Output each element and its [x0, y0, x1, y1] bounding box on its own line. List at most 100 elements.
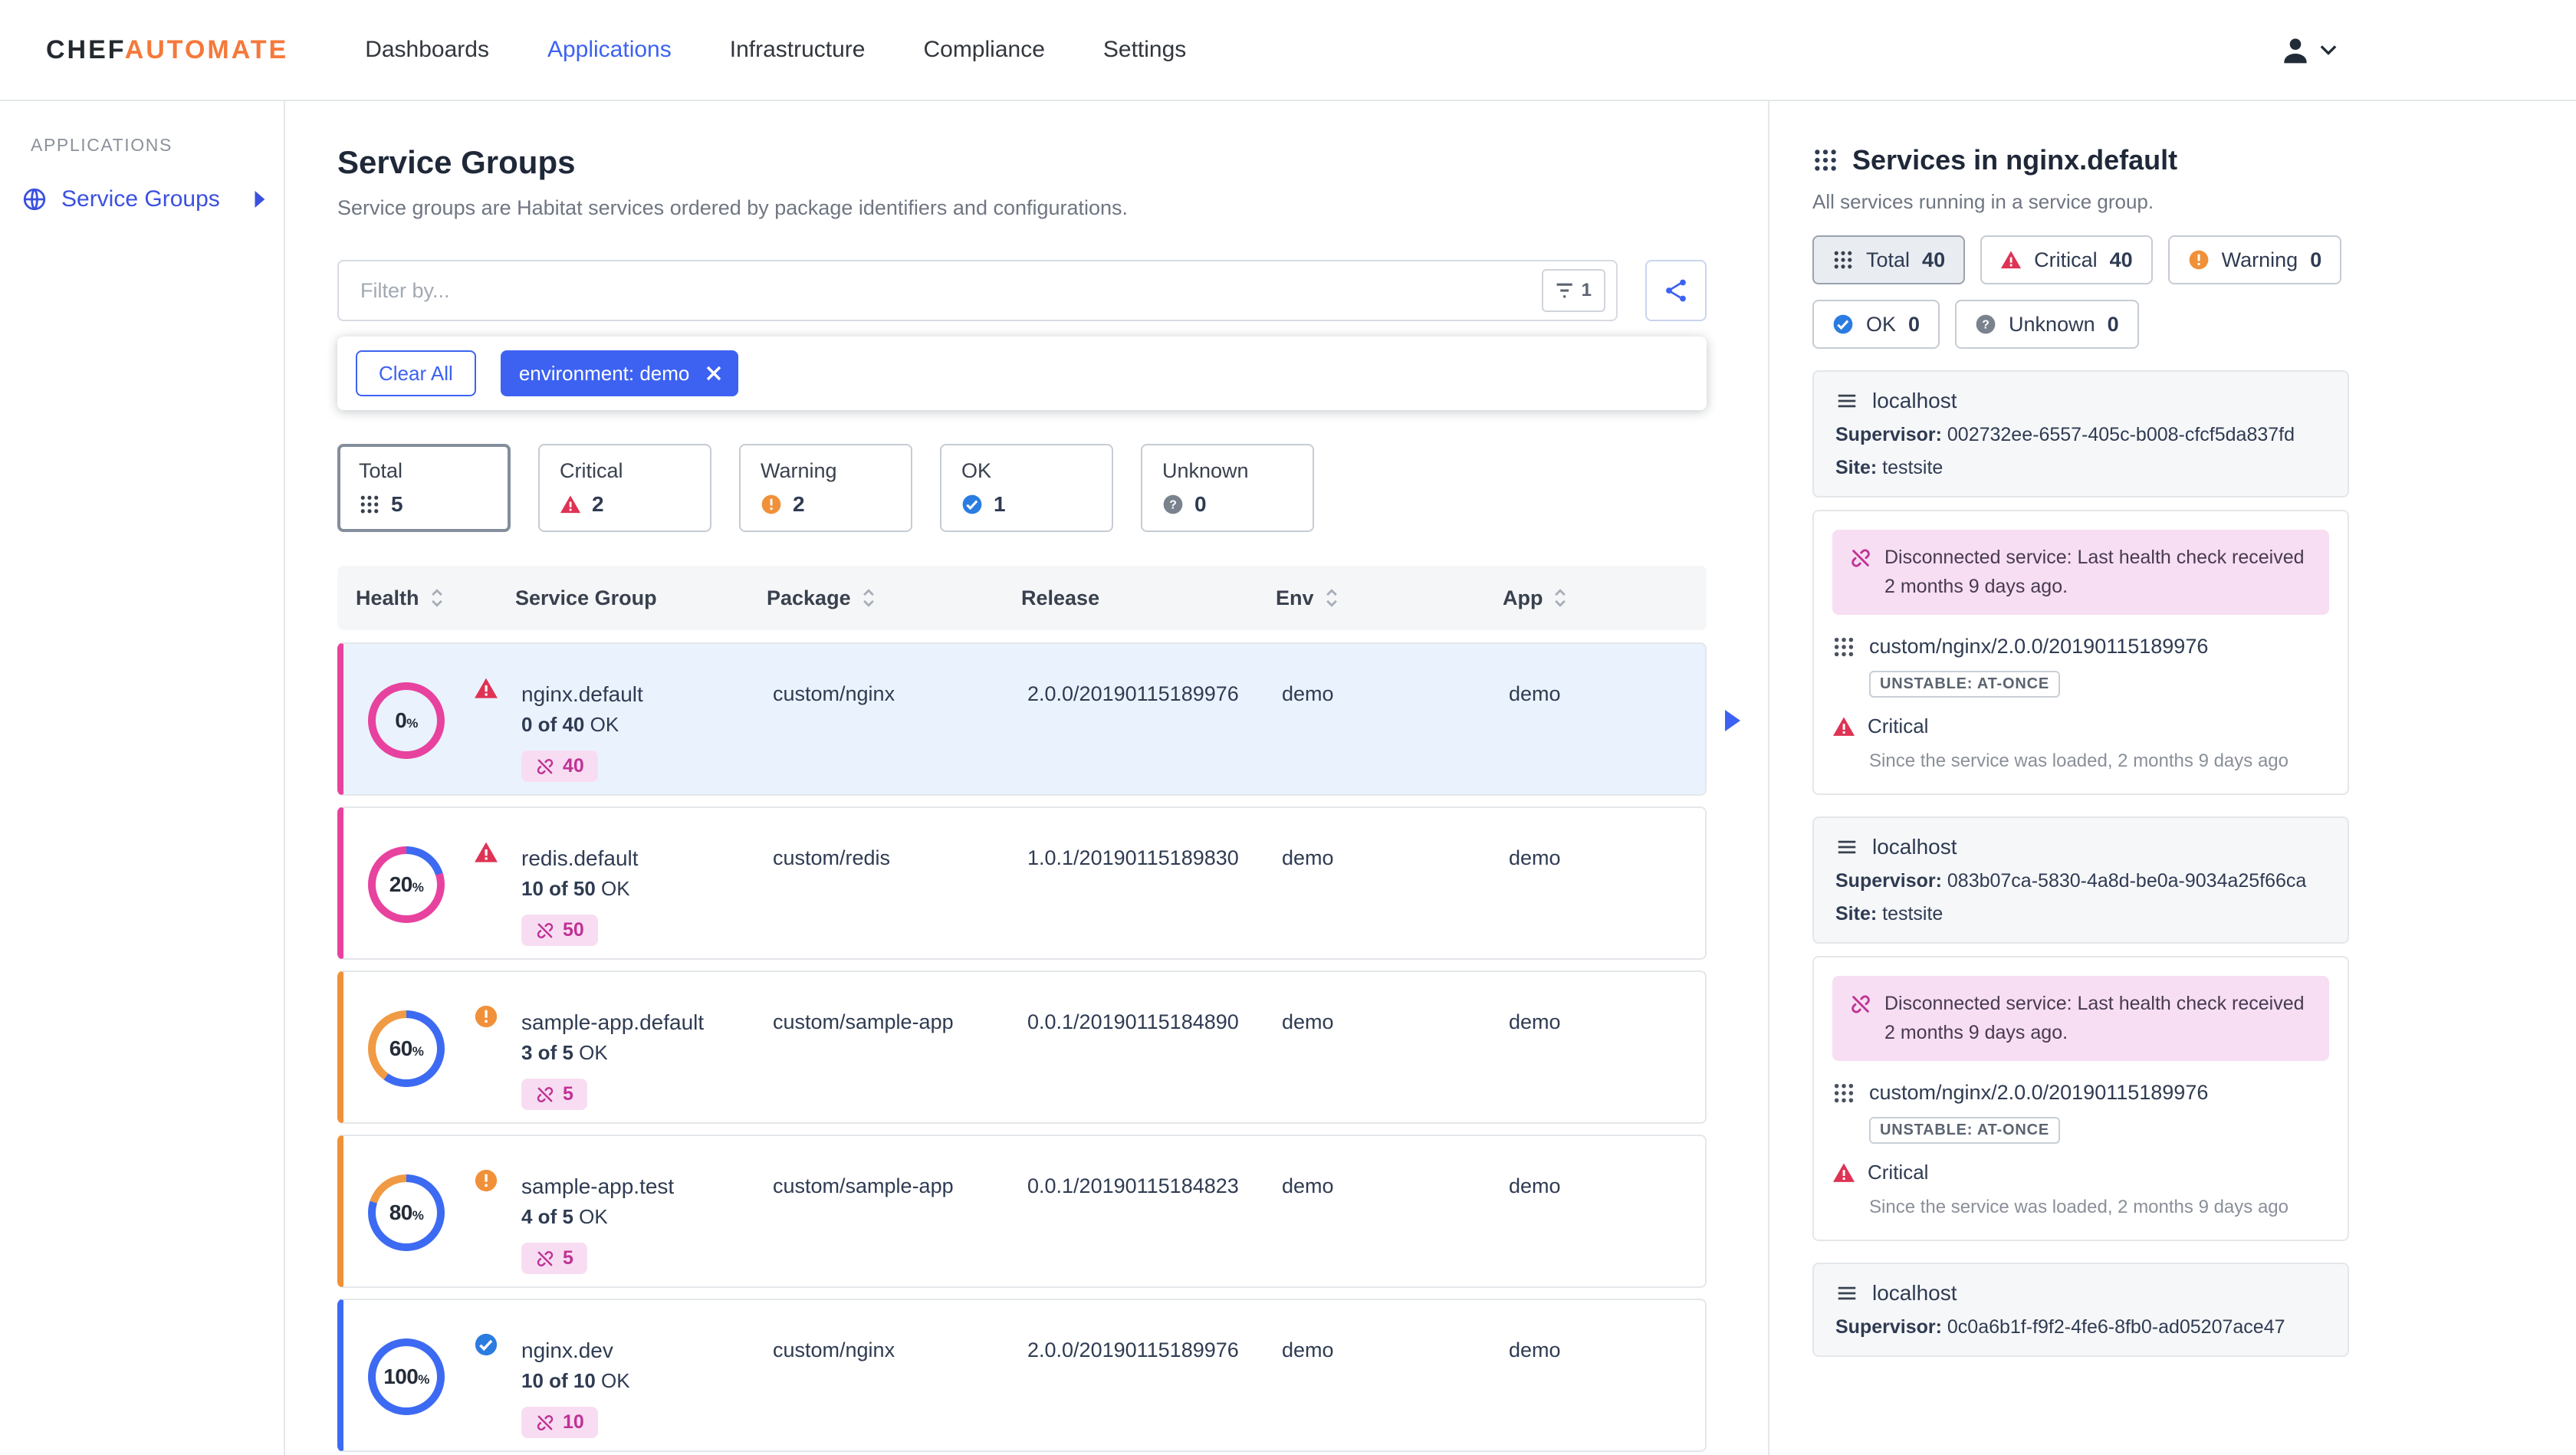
service-filter-unknown[interactable]: ? Unknown 0: [1955, 300, 2139, 349]
supervisor-header: localhost Supervisor: 083b07ca-5830-4a8d…: [1812, 816, 2349, 944]
funnel-icon: [1556, 281, 1577, 300]
status-filter-critical[interactable]: Critical 2: [538, 444, 711, 532]
filter-chip-label: environment: demo: [518, 361, 690, 385]
status-filter-warning[interactable]: Warning 2: [739, 444, 912, 532]
service-card[interactable]: Disconnected service: Last health check …: [1812, 956, 2349, 1241]
disconnected-badge: 50: [521, 915, 598, 946]
ok-count: 3 of 5 OK: [521, 1041, 608, 1064]
service-filter-label: Total: [1866, 248, 1911, 271]
nav-compliance[interactable]: Compliance: [923, 37, 1044, 63]
service-filter-ok[interactable]: OK 0: [1812, 300, 1940, 349]
critical-icon: [1832, 715, 1855, 738]
package-cell: custom/redis: [773, 846, 891, 869]
filter-count: 1: [1581, 280, 1592, 301]
nav-infrastructure[interactable]: Infrastructure: [730, 37, 866, 63]
status-filter-ok[interactable]: OK 1: [940, 444, 1113, 532]
column-header-env[interactable]: Env: [1276, 586, 1503, 610]
health-percent: 20%: [389, 872, 424, 896]
host-name: localhost: [1872, 389, 1957, 412]
table-header: Health Service Group Package Release Env App: [337, 566, 1707, 630]
supervisor-group: localhost Supervisor: 0c0a6b1f-f9f2-4fe6…: [1812, 1263, 2349, 1357]
nav-applications[interactable]: Applications: [547, 37, 672, 63]
filter-input[interactable]: [360, 278, 1542, 303]
link-off-icon: [535, 1085, 555, 1105]
service-group-row-sample-app.test[interactable]: 80% sample-app.test 4 of 5 OK 5 custom/s…: [337, 1135, 1707, 1288]
service-filter-count: 40: [2109, 248, 2133, 271]
host-name: localhost: [1872, 835, 1957, 859]
status-filter-cards: Total 5 Critical 2 Warning 2 OK 1 Unknow…: [337, 444, 1768, 532]
warning-icon: [474, 1004, 498, 1029]
ok-icon: [474, 1332, 498, 1357]
column-header-package[interactable]: Package: [767, 586, 1021, 610]
sort-icon[interactable]: [862, 588, 876, 608]
warning-icon: [2188, 249, 2210, 271]
status-card-label: Total: [359, 459, 403, 482]
link-off-icon: [1849, 993, 1872, 1047]
service-card[interactable]: Disconnected service: Last health check …: [1812, 510, 2349, 795]
main-content: Service Groups Service groups are Habita…: [285, 101, 1768, 1455]
status-filter-unknown[interactable]: Unknown ? 0: [1141, 444, 1314, 532]
column-header-release: Release: [1021, 586, 1100, 609]
package-cell: custom/nginx: [773, 682, 895, 705]
supervisor-id: Supervisor: 002732ee-6557-405c-b008-cfcf…: [1835, 424, 2295, 445]
ok-icon: [961, 494, 983, 515]
ok-count: 0 of 40 OK: [521, 713, 619, 736]
filter-chip-environment-demo[interactable]: environment: demo: [500, 350, 739, 396]
service-group-cell: nginx.default 0 of 40 OK 40: [521, 644, 773, 794]
service-filter-label: OK: [1866, 312, 1897, 336]
sidebar: APPLICATIONS Service Groups: [0, 101, 285, 1455]
column-header-app[interactable]: App: [1503, 586, 1707, 610]
ok-icon: [1832, 314, 1854, 335]
health-cell: 60%: [343, 972, 521, 1122]
sort-icon[interactable]: [1553, 588, 1567, 608]
brand-logo[interactable]: CHEFAUTOMATE: [46, 35, 288, 65]
status-card-count: 2: [793, 492, 805, 516]
filter-count-button[interactable]: 1: [1541, 269, 1605, 312]
column-header-health[interactable]: Health: [337, 586, 515, 610]
nav-dashboards[interactable]: Dashboards: [365, 37, 489, 63]
sort-icon[interactable]: [1325, 588, 1339, 608]
update-strategy-badge: UNSTABLE: AT-ONCE: [1869, 671, 2060, 698]
service-group-cell: sample-app.test 4 of 5 OK 5: [521, 1136, 773, 1286]
sidebar-item-service-groups[interactable]: Service Groups: [0, 179, 284, 220]
link-off-icon: [1849, 547, 1872, 601]
health-cell: 20%: [343, 808, 521, 958]
service-health-label: Critical: [1868, 1161, 1929, 1184]
ok-count: 10 of 50 OK: [521, 877, 630, 900]
service-filter-critical[interactable]: Critical 40: [1980, 235, 2153, 284]
status-filter-total[interactable]: Total 5: [337, 444, 511, 532]
service-group-row-redis.default[interactable]: 20% redis.default 10 of 50 OK 50 custom/…: [337, 806, 1707, 960]
service-package: custom/nginx/2.0.0/20190115189976: [1869, 1081, 2209, 1104]
user-menu[interactable]: [2279, 33, 2337, 67]
disconnected-badge: 40: [521, 750, 598, 782]
env-cell: demo: [1282, 1010, 1334, 1033]
service-filter-total[interactable]: Total 40: [1812, 235, 1966, 284]
chevron-down-icon: [2320, 44, 2337, 56]
service-group-row-sample-app.default[interactable]: 60% sample-app.default 3 of 5 OK 5 custo…: [337, 971, 1707, 1124]
release-cell: 2.0.0/20190115189976: [1027, 1338, 1239, 1361]
health-cell: 80%: [343, 1136, 521, 1286]
supervisor-icon: [1835, 389, 1858, 412]
nav-settings[interactable]: Settings: [1103, 37, 1186, 63]
service-group-name: redis.default: [521, 846, 639, 870]
main-nav: Dashboards Applications Infrastructure C…: [365, 37, 1186, 63]
health-donut: 100%: [368, 1338, 445, 1415]
sort-icon[interactable]: [430, 588, 444, 608]
clear-all-button[interactable]: Clear All: [356, 350, 476, 396]
service-package: custom/nginx/2.0.0/20190115189976: [1869, 635, 2209, 658]
service-group-row-nginx.dev[interactable]: 100% nginx.dev 10 of 10 OK 10 custom/ngi…: [337, 1299, 1707, 1452]
share-button[interactable]: [1645, 260, 1707, 321]
disconnected-badge: 5: [521, 1243, 587, 1274]
service-groups-table: Health Service Group Package Release Env App …: [337, 566, 1740, 1452]
health-cell: 0%: [343, 644, 521, 794]
service-group-row-nginx.default[interactable]: 0% nginx.default 0 of 40 OK 40 custom/ng…: [337, 642, 1740, 796]
warning-icon: [474, 1168, 498, 1193]
critical-icon: [474, 840, 498, 865]
service-filter-warning[interactable]: Warning 0: [2167, 235, 2342, 284]
status-card-label: Critical: [560, 459, 623, 482]
package-cell: custom/nginx: [773, 1338, 895, 1361]
unknown-icon: ?: [1975, 314, 1996, 335]
env-cell: demo: [1282, 846, 1334, 869]
total-icon: [1832, 249, 1854, 271]
chip-close-icon[interactable]: [706, 366, 721, 381]
